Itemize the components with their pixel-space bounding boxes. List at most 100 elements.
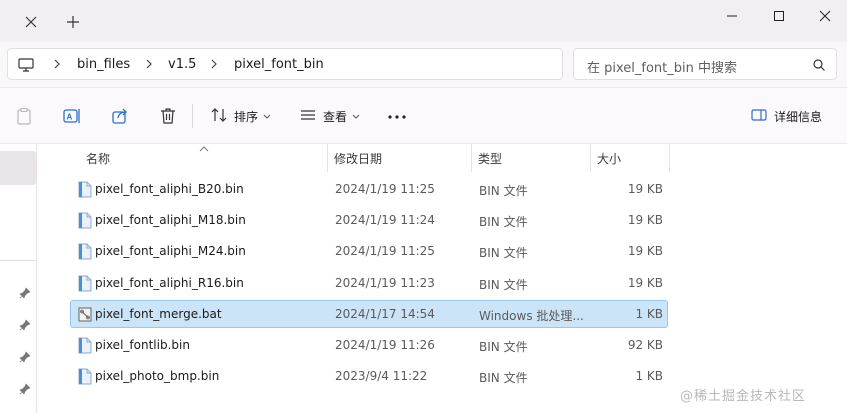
breadcrumb-item-pixel-font-bin[interactable]: pixel_font_bin bbox=[234, 57, 324, 72]
file-size: 19 KB bbox=[627, 182, 663, 196]
delete-icon[interactable] bbox=[158, 106, 178, 126]
sort-button[interactable]: 排序 bbox=[210, 104, 271, 128]
search-input[interactable]: 在 pixel_font_bin 中搜索 bbox=[573, 48, 837, 80]
share-icon[interactable] bbox=[110, 106, 130, 126]
nav-divider bbox=[0, 260, 36, 261]
details-label: 详细信息 bbox=[774, 109, 823, 124]
file-row[interactable]: pixel_photo_bmp.bin 2023/9/4 11:22 BIN 文件 1… bbox=[70, 362, 668, 390]
pin-icon[interactable] bbox=[19, 319, 31, 331]
paste-icon[interactable] bbox=[14, 106, 34, 126]
tab-close-icon[interactable] bbox=[22, 13, 40, 31]
column-header-date-label: 修改日期 bbox=[334, 151, 383, 166]
pin-icon[interactable] bbox=[19, 287, 31, 299]
file-name: pixel_font_merge.bat bbox=[95, 306, 222, 321]
file-type: BIN 文件 bbox=[479, 340, 528, 354]
file-name: pixel_font_aliphi_R16.bin bbox=[95, 275, 244, 290]
file-name: pixel_photo_bmp.bin bbox=[95, 369, 220, 384]
column-header-date[interactable]: 修改日期 bbox=[334, 144, 382, 172]
file-date: 2024/1/19 11:24 bbox=[335, 213, 435, 228]
file-name: pixel_font_aliphi_M18.bin bbox=[95, 213, 246, 228]
column-header-size[interactable]: 大小 bbox=[597, 144, 621, 172]
file-size: 19 KB bbox=[627, 213, 663, 228]
nav-selected-item[interactable] bbox=[0, 151, 36, 185]
file-type: Windows 批处理... bbox=[479, 308, 584, 323]
svg-text:A: A bbox=[67, 113, 73, 122]
navigation-pane bbox=[0, 144, 37, 413]
column-divider[interactable] bbox=[327, 144, 328, 172]
details-pane-icon bbox=[750, 106, 768, 127]
column-header-name-label: 名称 bbox=[86, 151, 111, 166]
file-row[interactable]: pixel_fontlib.bin 2024/1/19 11:26 BIN 文件 92… bbox=[70, 331, 668, 359]
maximize-button[interactable] bbox=[756, 5, 802, 27]
file-name: pixel_font_aliphi_M24.bin bbox=[95, 244, 246, 259]
file-row[interactable]: pixel_font_aliphi_R16.bin 2024/1/19 11:23… bbox=[70, 269, 668, 297]
bin-file-icon bbox=[78, 243, 92, 260]
bin-file-icon bbox=[78, 368, 92, 385]
column-divider[interactable] bbox=[590, 144, 591, 172]
file-type: BIN 文件 bbox=[479, 246, 528, 261]
file-type: BIN 文件 bbox=[479, 277, 528, 292]
computer-icon[interactable] bbox=[17, 56, 35, 74]
bin-file-icon bbox=[78, 275, 92, 292]
column-divider[interactable] bbox=[669, 144, 670, 172]
file-size: 19 KB bbox=[627, 275, 663, 290]
file-list: 名称 修改日期 类型 大小 pixel_font_aliphi_B20.bin 2… bbox=[37, 144, 847, 413]
column-divider[interactable] bbox=[471, 144, 472, 172]
close-window-button[interactable] bbox=[802, 5, 847, 27]
search-placeholder: 在 pixel_font_bin 中搜索 bbox=[587, 61, 738, 76]
batch-file-icon bbox=[78, 306, 92, 323]
file-date: 2023/9/4 11:22 bbox=[335, 369, 428, 384]
bin-file-icon bbox=[78, 181, 92, 198]
sort-label: 排序 bbox=[234, 109, 259, 124]
column-header-type-label: 类型 bbox=[478, 151, 503, 166]
file-name: pixel_font_aliphi_B20.bin bbox=[95, 182, 244, 196]
view-button[interactable]: 查看 bbox=[299, 104, 360, 128]
chevron-down-icon bbox=[263, 109, 271, 123]
column-header-size-label: 大小 bbox=[597, 151, 622, 166]
file-type: BIN 文件 bbox=[479, 184, 528, 198]
view-icon bbox=[299, 106, 317, 127]
file-name: pixel_fontlib.bin bbox=[95, 338, 190, 352]
details-pane-button[interactable]: 详细信息 bbox=[750, 104, 822, 128]
file-size: 1 KB bbox=[635, 306, 663, 321]
column-header-name[interactable]: 名称 bbox=[86, 144, 110, 172]
minimize-button[interactable] bbox=[709, 5, 755, 27]
breadcrumb-item-bin-files[interactable]: bin_files bbox=[77, 57, 130, 72]
file-type: BIN 文件 bbox=[479, 371, 528, 386]
file-date: 2024/1/19 11:26 bbox=[335, 338, 435, 352]
file-row[interactable]: pixel_font_aliphi_B20.bin 2024/1/19 11:25… bbox=[70, 175, 668, 203]
file-date: 2024/1/17 14:54 bbox=[335, 306, 435, 321]
view-label: 查看 bbox=[323, 109, 348, 124]
file-row[interactable]: pixel_font_aliphi_M24.bin 2024/1/19 11:25… bbox=[70, 237, 668, 265]
file-size: 92 KB bbox=[627, 338, 663, 352]
bin-file-icon bbox=[78, 212, 92, 229]
column-header-type[interactable]: 类型 bbox=[478, 144, 502, 172]
ellipsis-icon bbox=[387, 109, 407, 123]
file-date: 2024/1/19 11:23 bbox=[335, 275, 435, 290]
pin-icon[interactable] bbox=[19, 351, 31, 363]
watermark-text: @稀土掘金技术社区 bbox=[680, 389, 807, 404]
file-row[interactable]: pixel_font_merge.bat 2024/1/17 14:54 Windo… bbox=[70, 299, 668, 328]
file-date: 2024/1/19 11:25 bbox=[335, 182, 435, 196]
command-bar: A 排序 查看 详细信息 bbox=[0, 88, 847, 144]
rename-icon[interactable]: A bbox=[62, 106, 82, 126]
file-size: 19 KB bbox=[627, 244, 663, 259]
toolbar-divider bbox=[192, 104, 193, 128]
sort-icon bbox=[210, 106, 228, 127]
bin-file-icon bbox=[78, 337, 92, 354]
breadcrumb-item-version[interactable]: v1.5 bbox=[168, 57, 196, 72]
title-bar bbox=[0, 0, 847, 42]
file-type: BIN 文件 bbox=[479, 215, 528, 230]
address-bar-row: bin_files v1.5 pixel_font_bin 在 pixel_fo… bbox=[0, 42, 847, 88]
chevron-right-icon[interactable] bbox=[52, 57, 62, 71]
pin-icon[interactable] bbox=[19, 383, 31, 395]
chevron-down-icon bbox=[352, 109, 360, 123]
new-tab-plus-icon[interactable] bbox=[64, 13, 82, 31]
sort-ascending-icon bbox=[199, 142, 209, 152]
more-options-button[interactable] bbox=[385, 106, 409, 126]
file-row[interactable]: pixel_font_aliphi_M18.bin 2024/1/19 11:24… bbox=[70, 206, 668, 234]
chevron-right-icon[interactable] bbox=[144, 57, 154, 71]
chevron-right-icon[interactable] bbox=[209, 57, 219, 71]
search-icon bbox=[812, 58, 826, 72]
breadcrumb[interactable]: bin_files v1.5 pixel_font_bin bbox=[7, 48, 563, 80]
